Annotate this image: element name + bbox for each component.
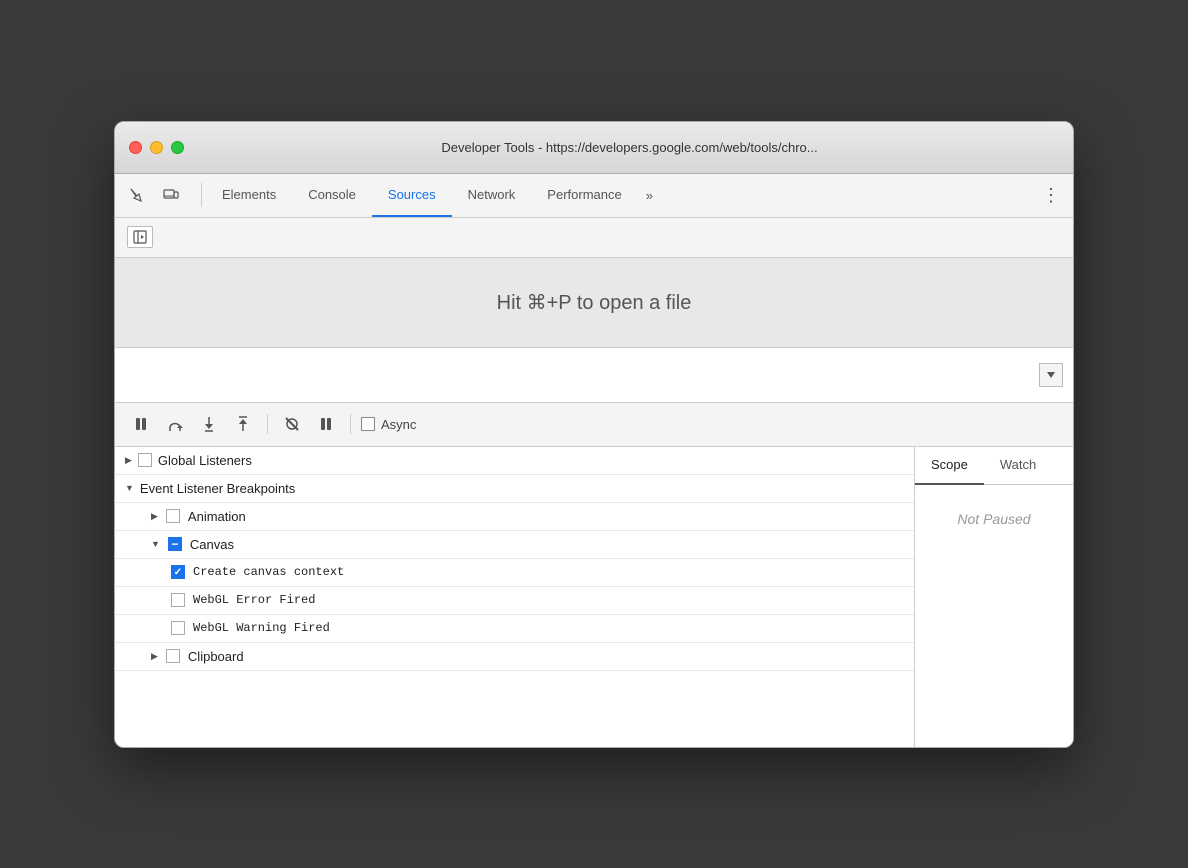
- toolbar-divider: [201, 183, 202, 207]
- tab-more-button[interactable]: »: [638, 173, 661, 217]
- async-toggle[interactable]: Async: [361, 417, 416, 432]
- toolbar-icons: [123, 181, 185, 209]
- clipboard-label: Clipboard: [188, 649, 244, 664]
- tab-console[interactable]: Console: [292, 173, 372, 217]
- right-panel-tabs: Scope Watch: [915, 447, 1073, 485]
- deactivate-breakpoints-button[interactable]: [278, 410, 306, 438]
- tab-network[interactable]: Network: [452, 173, 532, 217]
- canvas-item[interactable]: ▼ − Canvas: [115, 531, 914, 559]
- animation-item[interactable]: ▶ Animation: [115, 503, 914, 531]
- event-listener-triangle: ▼: [125, 483, 134, 493]
- debug-divider-1: [267, 414, 268, 434]
- step-out-button[interactable]: [229, 410, 257, 438]
- clipboard-triangle: ▶: [151, 651, 158, 662]
- code-area: [115, 348, 1073, 403]
- debug-toolbar: Async: [115, 403, 1073, 447]
- tab-options-button[interactable]: ⋮: [1037, 181, 1065, 209]
- create-canvas-checkbox[interactable]: ✓: [171, 565, 185, 579]
- pause-button[interactable]: [127, 410, 155, 438]
- tab-elements[interactable]: Elements: [206, 173, 292, 217]
- async-label-text: Async: [381, 417, 416, 432]
- event-listener-label: Event Listener Breakpoints: [140, 481, 295, 496]
- tab-performance[interactable]: Performance: [531, 173, 637, 217]
- device-toolbar-icon[interactable]: [157, 181, 185, 209]
- clipboard-item[interactable]: ▶ Clipboard: [115, 643, 914, 671]
- global-listeners-label: Global Listeners: [158, 453, 252, 468]
- step-into-button[interactable]: [195, 410, 223, 438]
- bottom-panel: ▶ Global Listeners ▼ Event Listener Brea…: [115, 447, 1073, 747]
- webgl-warning-checkbox[interactable]: [171, 621, 185, 635]
- global-listeners-triangle: ▶: [125, 455, 132, 466]
- webgl-error-label: WebGL Error Fired: [193, 593, 315, 607]
- right-panel: Scope Watch Not Paused: [915, 447, 1073, 747]
- pause-on-exceptions-button[interactable]: [312, 410, 340, 438]
- webgl-error-checkbox[interactable]: [171, 593, 185, 607]
- debug-divider-2: [350, 414, 351, 434]
- scope-tab[interactable]: Scope: [915, 447, 984, 485]
- global-listeners-checkbox[interactable]: [138, 453, 152, 467]
- animation-label: Animation: [188, 509, 246, 524]
- window-title: Developer Tools - https://developers.goo…: [200, 140, 1059, 155]
- async-checkbox[interactable]: [361, 417, 375, 431]
- canvas-triangle: ▼: [151, 539, 160, 549]
- title-bar: Developer Tools - https://developers.goo…: [115, 122, 1073, 174]
- canvas-label: Canvas: [190, 537, 234, 552]
- maximize-button[interactable]: [171, 141, 184, 154]
- close-button[interactable]: [129, 141, 142, 154]
- left-panel: ▶ Global Listeners ▼ Event Listener Brea…: [115, 447, 915, 747]
- panel-toggle-button[interactable]: [127, 226, 153, 248]
- not-paused-text: Not Paused: [915, 495, 1073, 543]
- sources-toolbar: [115, 218, 1073, 258]
- webgl-warning-item[interactable]: WebGL Warning Fired: [115, 615, 914, 643]
- webgl-error-item[interactable]: WebGL Error Fired: [115, 587, 914, 615]
- animation-checkbox[interactable]: [166, 509, 180, 523]
- create-canvas-label: Create canvas context: [193, 565, 344, 579]
- minimize-button[interactable]: [150, 141, 163, 154]
- watch-tab[interactable]: Watch: [984, 447, 1052, 485]
- dropdown-button[interactable]: [1039, 363, 1063, 387]
- create-canvas-item[interactable]: ✓ Create canvas context: [115, 559, 914, 587]
- webgl-warning-label: WebGL Warning Fired: [193, 621, 330, 635]
- inspect-icon[interactable]: [123, 181, 151, 209]
- global-listeners-header[interactable]: ▶ Global Listeners: [115, 447, 914, 475]
- open-file-hint: Hit ⌘+P to open a file: [497, 290, 692, 315]
- tab-sources[interactable]: Sources: [372, 173, 452, 217]
- content-area: Hit ⌘+P to open a file: [115, 218, 1073, 747]
- open-file-area: Hit ⌘+P to open a file: [115, 258, 1073, 348]
- traffic-lights: [129, 141, 184, 154]
- tab-bar: Elements Console Sources Network Perform…: [115, 174, 1073, 218]
- event-listener-header[interactable]: ▼ Event Listener Breakpoints: [115, 475, 914, 503]
- step-over-button[interactable]: [161, 410, 189, 438]
- clipboard-checkbox[interactable]: [166, 649, 180, 663]
- animation-triangle: ▶: [151, 511, 158, 522]
- devtools-window: Developer Tools - https://developers.goo…: [114, 121, 1074, 748]
- canvas-checkbox[interactable]: −: [168, 537, 182, 551]
